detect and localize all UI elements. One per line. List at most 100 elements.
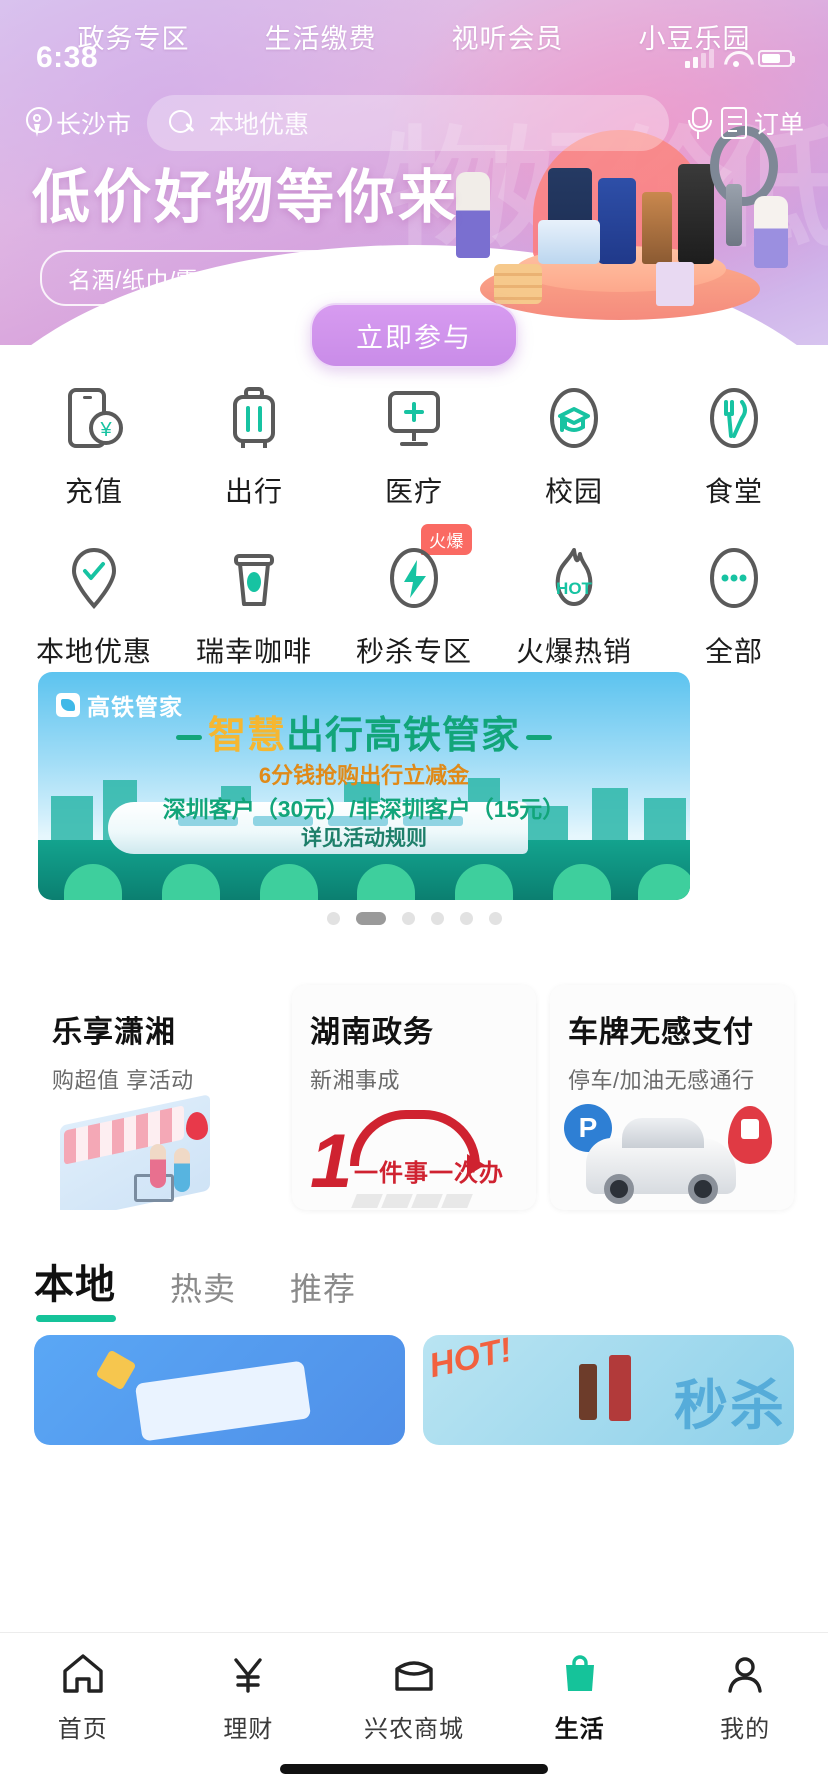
tab-label: 生活 [554, 1716, 605, 1743]
carousel-dot-active[interactable] [355, 912, 386, 925]
carousel-dot[interactable] [430, 912, 444, 925]
product-tile-list: HOT! 秒杀 [0, 1335, 828, 1445]
train-promo-banner[interactable]: 高铁管家 智慧出行高铁管家 6分钱抢购出行立减金 深圳客户（30元）/非深圳客户… [38, 672, 690, 900]
one-thing-one-time-illustration: 1 一件事一次办 [292, 1100, 536, 1210]
carousel-dot[interactable] [401, 912, 415, 925]
feature-card-plate-payment[interactable]: 车牌无感支付 停车/加油无感通行 P [550, 985, 794, 1210]
quick-entry-local-deals[interactable]: 本地优惠 [14, 528, 174, 688]
orders-button[interactable]: 订单 [720, 105, 804, 141]
fuel-pin-icon [728, 1106, 772, 1164]
hot-badge: HOT! [425, 1335, 516, 1386]
quick-entry-label: 秒杀专区 [355, 636, 472, 667]
quick-entry-hot-sales[interactable]: HOT 火爆热销 [494, 528, 654, 688]
tab-recommend[interactable]: 推荐 [290, 1264, 356, 1326]
quick-entry-grid: ¥ 充值 出行 医疗 校园 食堂 本地优惠 瑞幸咖啡 火爆 秒杀专区 HOT 火… [0, 368, 828, 688]
quick-entry-row-2: 本地优惠 瑞幸咖啡 火爆 秒杀专区 HOT 火爆热销 全部 [14, 524, 814, 688]
top-tab-media-membership[interactable]: 视听会员 [452, 17, 564, 56]
location-check-icon [58, 542, 130, 614]
quick-entry-campus[interactable]: 校园 [494, 368, 654, 528]
carousel-dots[interactable] [0, 912, 828, 925]
quick-entry-label: 充值 [64, 476, 123, 507]
banner-line-1: 6分钱抢购出行立减金 [258, 763, 470, 788]
card-title: 湖南政务 [310, 1016, 434, 1049]
top-tab-kids-park[interactable]: 小豆乐园 [639, 17, 751, 56]
home-indicator [280, 1764, 548, 1774]
home-icon [58, 1649, 108, 1697]
tab-local[interactable]: 本地 [34, 1252, 116, 1326]
carousel-dot[interactable] [326, 912, 340, 925]
banner-title-part3: 高铁管家 [364, 715, 521, 757]
banner-line-3: 详见活动规则 [301, 827, 427, 850]
tab-profile[interactable]: 我的 [662, 1649, 828, 1744]
phone-recharge-icon: ¥ [58, 382, 130, 454]
svg-text:HOT: HOT [556, 579, 593, 598]
quick-entry-label: 食堂 [704, 476, 763, 507]
tab-hot-sale[interactable]: 热卖 [170, 1264, 236, 1326]
location-label: 长沙市 [56, 111, 132, 139]
hero-subtitle: 名酒/纸巾/零食/戴森秒杀抢购不断 [40, 250, 446, 306]
card-title: 乐享潇湘 [52, 1016, 176, 1049]
content-section-tabs: 本地 热卖 推荐 [0, 1252, 828, 1326]
quick-entry-medical[interactable]: 医疗 [334, 368, 494, 528]
shopping-illustration [34, 1094, 278, 1210]
product-tile[interactable]: HOT! 秒杀 [423, 1335, 794, 1445]
quick-entry-recharge[interactable]: ¥ 充值 [14, 368, 174, 528]
quick-entry-label: 本地优惠 [35, 636, 152, 667]
shopping-bag-icon [555, 1649, 605, 1697]
quick-entry-luckin-coffee[interactable]: 瑞幸咖啡 [174, 528, 334, 688]
search-row: 长沙市 本地优惠 订单 [0, 92, 828, 154]
product-tile[interactable] [34, 1335, 405, 1445]
quick-entry-all[interactable]: 全部 [654, 528, 814, 688]
banner-line-2: 深圳客户（30元）/非深圳客户（15元） [162, 796, 566, 822]
hero-top-tabs: 政务专区 生活缴费 视听会员 小豆乐园 [0, 6, 828, 66]
card-subtitle: 停车/加油无感通行 [568, 1068, 755, 1093]
quick-entry-canteen[interactable]: 食堂 [654, 368, 814, 528]
carousel-dot[interactable] [488, 912, 502, 925]
tab-finance[interactable]: 理财 [166, 1649, 332, 1744]
tile-title: 秒杀 [674, 1376, 786, 1436]
tab-label: 我的 [720, 1716, 771, 1743]
carousel-dot[interactable] [459, 912, 473, 925]
quick-entry-travel[interactable]: 出行 [174, 368, 334, 528]
orders-label: 订单 [753, 111, 804, 139]
medical-monitor-icon [378, 382, 450, 454]
microphone-icon[interactable] [685, 106, 712, 140]
location-selector[interactable]: 长沙市 [24, 105, 131, 141]
order-list-icon [720, 107, 747, 139]
quick-entry-flash-sale[interactable]: 火爆 秒杀专区 [334, 524, 494, 688]
banner-title-part1: 智慧 [207, 715, 286, 757]
search-placeholder: 本地优惠 [209, 111, 310, 139]
app-root: 低价好物 低价好物等你来 名酒/纸巾/零食/戴森秒杀抢购不断 6:38 政务专区… [0, 0, 828, 1792]
tab-home[interactable]: 首页 [0, 1649, 166, 1744]
search-input[interactable]: 本地优惠 [147, 95, 669, 151]
tab-agriculture-mall[interactable]: 兴农商城 [331, 1649, 497, 1744]
quick-entry-label: 全部 [704, 636, 763, 667]
flame-hot-icon: HOT [538, 542, 610, 614]
tab-life[interactable]: 生活 [497, 1649, 663, 1744]
graduation-cap-icon [538, 382, 610, 454]
feature-card-hunan-government[interactable]: 湖南政务 新湘事成 1 一件事一次办 [292, 985, 536, 1210]
quick-entry-label: 校园 [544, 476, 603, 507]
location-pin-icon [24, 107, 52, 139]
quick-entry-label: 火爆热销 [515, 636, 632, 667]
card-art-text: 一件事一次办 [354, 1160, 504, 1187]
join-now-button[interactable]: 立即参与 [310, 303, 518, 368]
user-profile-icon [720, 1649, 770, 1697]
tab-label: 兴农商城 [363, 1716, 464, 1743]
top-tab-living-payment[interactable]: 生活缴费 [265, 17, 377, 56]
flash-bolt-icon [378, 542, 450, 614]
top-tab-government[interactable]: 政务专区 [78, 17, 190, 56]
feature-card-lexiang-xiaoxiang[interactable]: 乐享潇湘 购超值 享活动 [34, 985, 278, 1210]
card-title: 车牌无感支付 [568, 1016, 754, 1049]
more-dots-icon [698, 542, 770, 614]
banner-title: 智慧出行高铁管家 [38, 704, 690, 759]
promo-carousel[interactable]: 高铁管家 智慧出行高铁管家 6分钱抢购出行立减金 深圳客户（30元）/非深圳客户… [38, 672, 690, 900]
suitcase-travel-icon [218, 382, 290, 454]
quick-entry-label: 出行 [224, 476, 283, 507]
quick-entry-row-1: ¥ 充值 出行 医疗 校园 食堂 [14, 368, 814, 528]
car-plate-illustration: P [550, 1100, 794, 1210]
cutlery-canteen-icon [698, 382, 770, 454]
yuan-finance-icon [223, 1649, 273, 1697]
card-subtitle: 新湘事成 [310, 1068, 401, 1093]
search-icon [169, 110, 195, 136]
